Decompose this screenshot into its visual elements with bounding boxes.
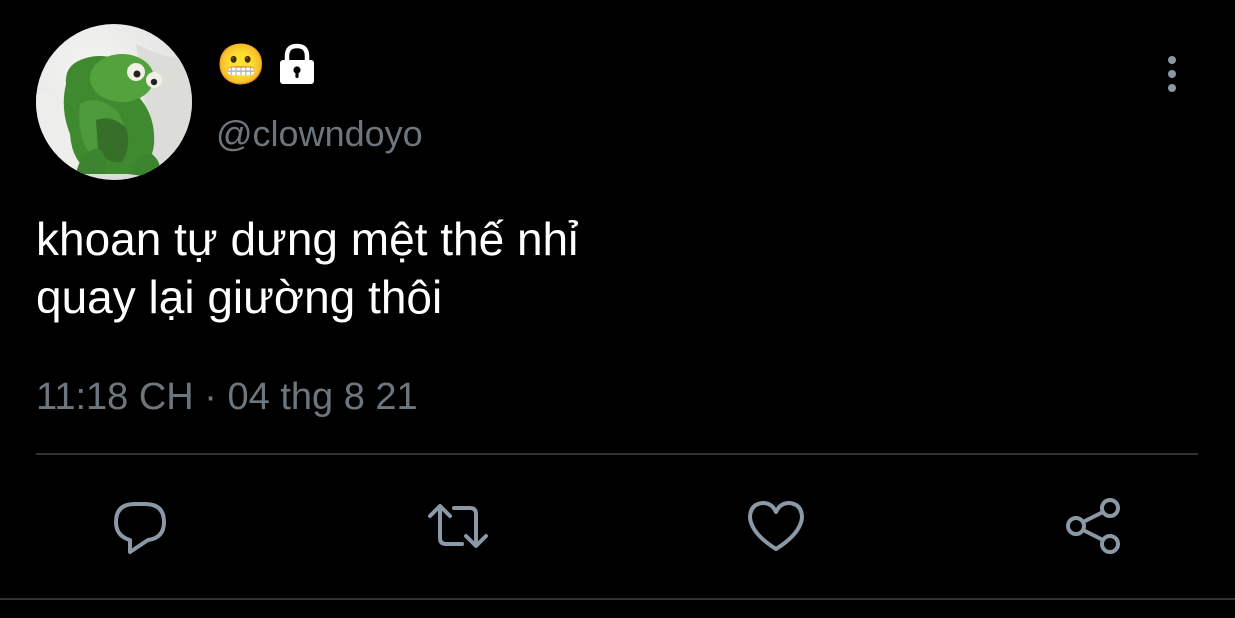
display-name[interactable]: 😬	[216, 40, 266, 90]
like-icon	[748, 501, 804, 551]
tweet-text-line-2: quay lại giường thôi	[36, 271, 443, 323]
divider	[36, 453, 1198, 455]
meta-separator: ·	[204, 376, 217, 418]
kermit-avatar-image	[36, 44, 192, 180]
tweet-time: 11:18 CH	[36, 376, 194, 418]
bottom-divider	[0, 598, 1235, 600]
lock-icon	[279, 43, 314, 84]
tweet-detail: 😬 @clowndoyo khoan tự dưng mệt thế nhỉ q…	[0, 0, 1235, 618]
retweet-button[interactable]	[426, 494, 490, 558]
share-icon	[1066, 498, 1120, 554]
author-handle[interactable]: @clowndoyo	[216, 110, 423, 158]
like-button[interactable]	[744, 494, 808, 558]
share-button[interactable]	[1062, 494, 1126, 558]
retweet-icon	[428, 504, 488, 548]
avatar[interactable]	[36, 24, 192, 180]
tweet-text-line-1: khoan tự dưng mệt thế nhỉ	[36, 213, 579, 265]
more-options-icon[interactable]	[1150, 52, 1194, 96]
tweet-text: khoan tự dưng mệt thế nhỉ quay lại giườn…	[36, 210, 1136, 326]
tweet-timestamp[interactable]: 11:18 CH · 04 thg 8 21	[36, 372, 418, 422]
reply-button[interactable]	[108, 494, 172, 558]
author-name-row: 😬	[216, 40, 320, 90]
reply-icon	[114, 502, 166, 554]
tweet-date: 04 thg 8 21	[227, 376, 418, 418]
